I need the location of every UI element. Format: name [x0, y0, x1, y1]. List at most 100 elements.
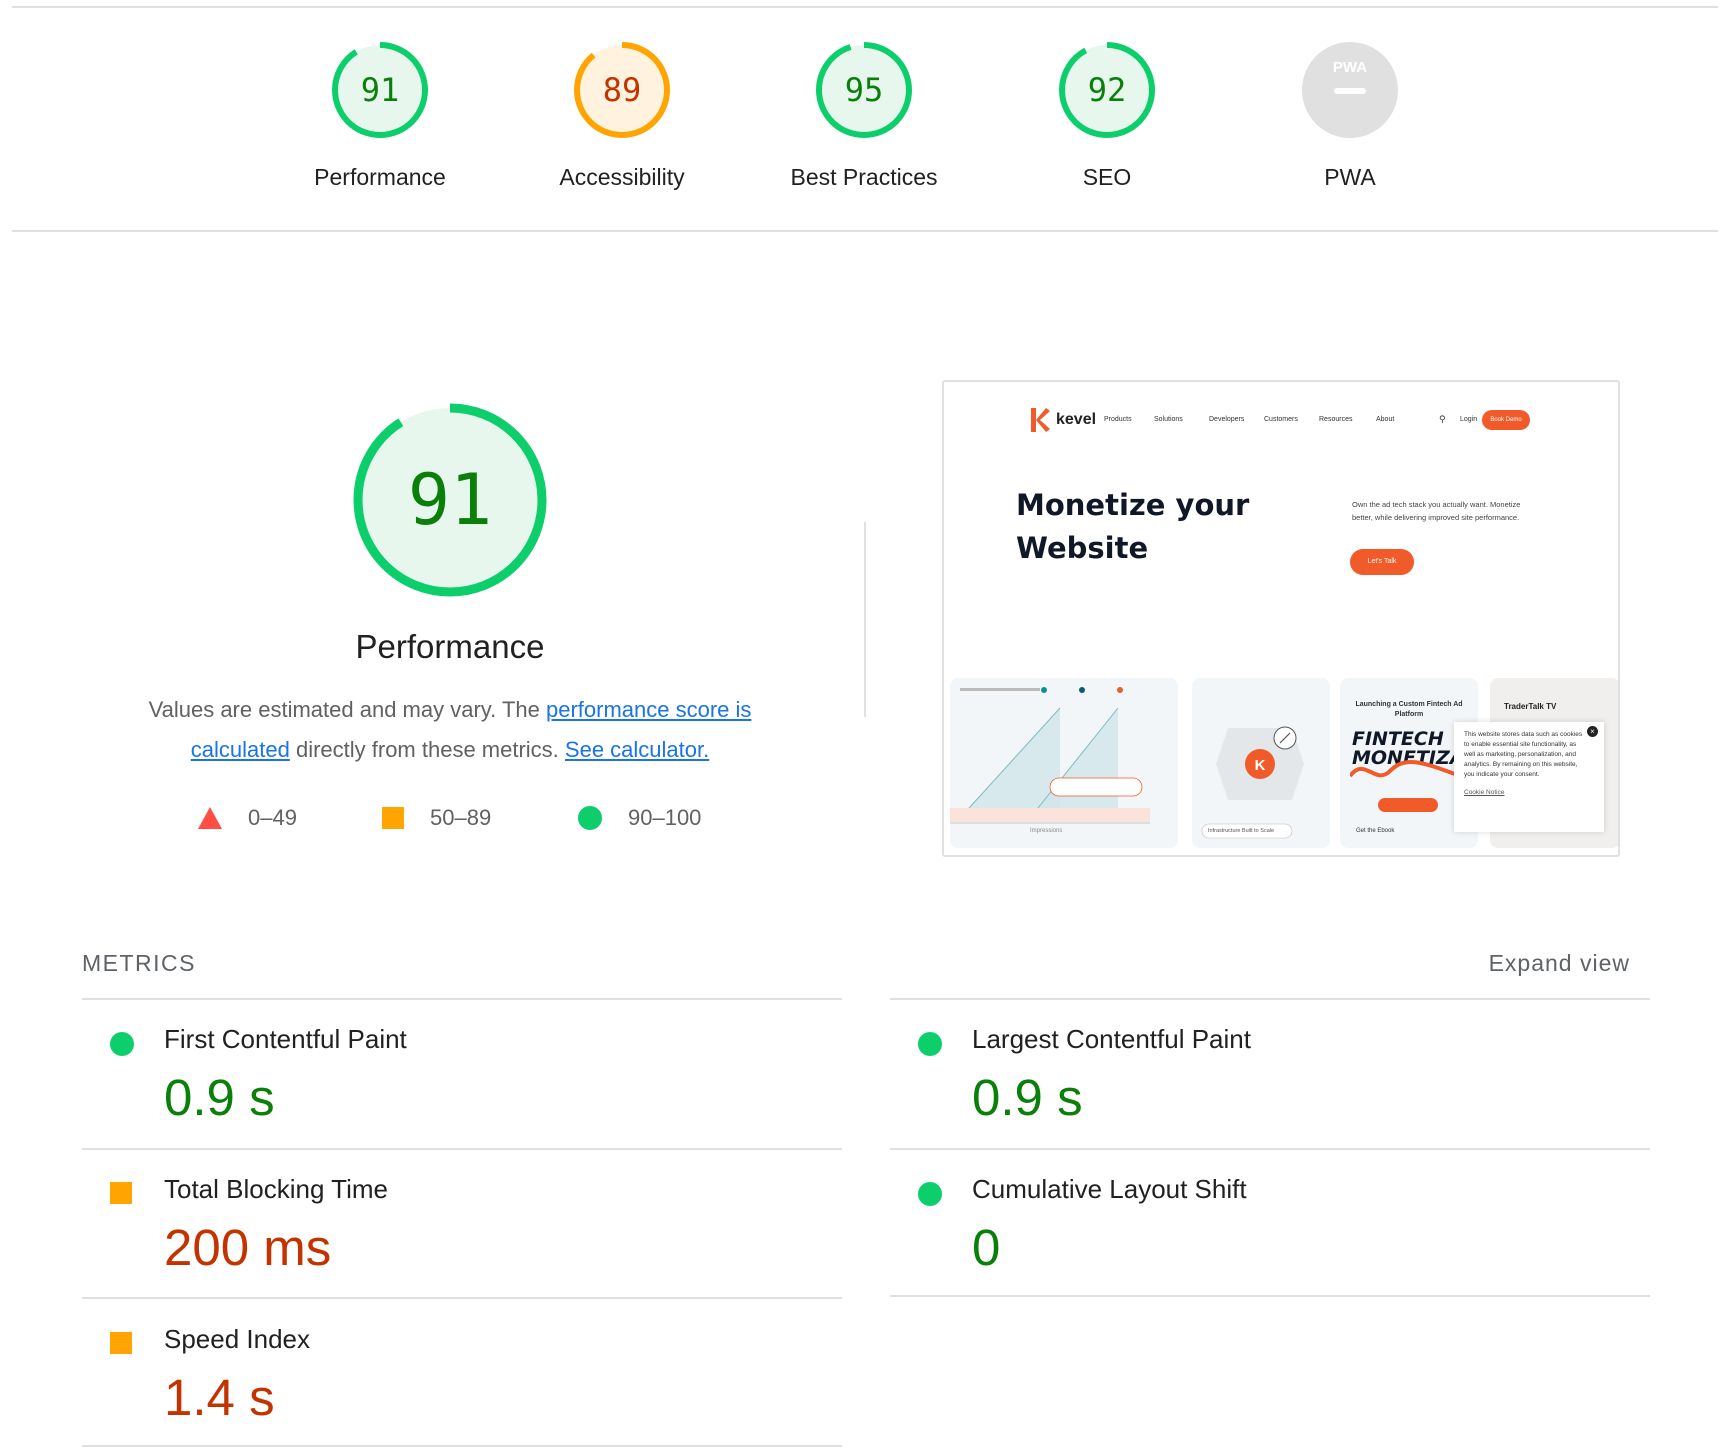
gauge-performance[interactable]: 91 Performance	[260, 38, 500, 191]
gauge-accessibility-ring: 89	[574, 42, 670, 138]
nav-link: Customers	[1264, 416, 1298, 423]
gauge-seo[interactable]: 92 SEO	[987, 38, 1227, 191]
nav-link: Solutions	[1154, 416, 1183, 423]
expand-view-toggle[interactable]: Expand view	[1489, 950, 1630, 977]
card2-footer: Infrastructure Built to Scale	[1208, 828, 1275, 834]
legend-fail: 0–49	[198, 805, 297, 831]
cookie-notice-link: Cookie Notice	[1464, 789, 1505, 796]
metric-name: Speed Index	[164, 1324, 311, 1354]
gauge-best-practices-ring: 95	[816, 42, 912, 138]
gauge-accessibility-score: 89	[603, 71, 642, 109]
infrastructure-icon: K	[1201, 726, 1304, 839]
performance-score-large: 91	[408, 459, 492, 541]
headline-line-1: Monetize your	[1016, 488, 1250, 522]
kevel-brand-text: kevel	[1056, 411, 1097, 428]
triangle-icon	[198, 807, 222, 829]
performance-gauge-large: 91	[353, 403, 547, 597]
screenshot-headline: Monetize your Website	[1016, 484, 1316, 570]
nav-link: Resources	[1319, 416, 1353, 423]
legend-average-range: 50–89	[430, 805, 492, 830]
average-square-icon	[110, 1182, 132, 1204]
square-icon	[382, 807, 404, 829]
wave-icon	[1350, 759, 1460, 778]
vertical-divider	[864, 522, 866, 717]
gauge-seo-ring: 92	[1059, 42, 1155, 138]
legend-pass: 90–100	[578, 805, 701, 831]
card1-footer: Impressions	[1030, 828, 1063, 834]
svg-text:K: K	[1255, 757, 1266, 774]
circle-icon	[578, 806, 602, 830]
category-gauges: 91 Performance 89 Accessibility 95 Best …	[0, 38, 1730, 198]
gauge-accessibility-label: Accessibility	[559, 164, 685, 190]
metric-first-contentful-paint: First Contentful Paint 0.9 s	[82, 1000, 842, 1148]
metric-value: 200 ms	[164, 1219, 332, 1276]
kevel-logo: kevel	[1030, 408, 1096, 432]
kevel-logo-icon	[1031, 408, 1050, 432]
pwa-badge-text: PWA	[1333, 59, 1367, 76]
legend-average: 50–89	[382, 805, 491, 831]
metric-speed-index: Speed Index 1.4 s	[82, 1300, 842, 1448]
gauge-pwa-label: PWA	[1324, 164, 1376, 190]
nav-link: Developers	[1209, 416, 1245, 423]
metric-total-blocking-time: Total Blocking Time 200 ms	[82, 1150, 842, 1298]
metrics-divider	[82, 1297, 842, 1299]
gauge-performance-ring: 91	[332, 42, 428, 138]
pwa-icon: PWA	[1302, 42, 1398, 138]
gauges-divider	[12, 230, 1718, 232]
metric-value: 0.9 s	[972, 1069, 1083, 1126]
gauge-performance-label: Performance	[314, 164, 446, 190]
pass-circle-icon	[918, 1182, 942, 1206]
close-icon: ×	[1587, 726, 1598, 737]
metric-largest-contentful-paint: Largest Contentful Paint 0.9 s	[890, 1000, 1650, 1148]
cookie-text: This website stores data such as cookies…	[1464, 731, 1583, 778]
gauge-accessibility[interactable]: 89 Accessibility	[502, 38, 742, 191]
gauge-best-practices-label: Best Practices	[790, 164, 938, 190]
desc-prefix: Values are estimated and may vary. The	[148, 697, 546, 722]
book-demo-button: Book Demo	[1482, 410, 1530, 430]
final-screenshot[interactable]: kevel Products Solutions Developers Cust…	[942, 380, 1620, 857]
gauge-pwa[interactable]: PWA PWA	[1230, 38, 1470, 191]
lets-talk-label: Let's Talk	[1367, 558, 1397, 565]
card3-title: Launching a Custom Fintech Ad Platform	[1355, 701, 1463, 718]
metric-value: 0	[972, 1219, 1001, 1276]
performance-description: Values are estimated and may vary. The p…	[120, 690, 780, 770]
see-calculator-link[interactable]: See calculator.	[565, 737, 709, 762]
metric-name: Largest Contentful Paint	[972, 1024, 1251, 1054]
score-legend: 0–49 50–89 90–100	[0, 805, 760, 845]
screenshot-nav: kevel Products Solutions Developers Cust…	[944, 406, 1618, 436]
gauge-seo-score: 92	[1088, 71, 1127, 109]
book-demo-label: Book Demo	[1490, 417, 1522, 423]
search-icon: ⚲	[1439, 414, 1446, 424]
screenshot-subtext: Own the ad tech stack you actually want.…	[1352, 500, 1521, 522]
gauge-performance-score: 91	[361, 71, 400, 109]
nav-link: About	[1376, 416, 1395, 423]
chart-illustration-icon	[950, 687, 1150, 824]
download-button	[1378, 798, 1438, 812]
cookie-notice: × This website stores data such as cooki…	[1454, 722, 1604, 832]
metric-value: 0.9 s	[164, 1069, 275, 1126]
metrics-header: METRICS	[82, 950, 196, 976]
screenshot-card-infra: K Infrastructure Built to Scale	[1192, 678, 1330, 848]
metric-name: First Contentful Paint	[164, 1024, 407, 1054]
nav-link: Products	[1104, 416, 1132, 423]
metric-value: 1.4 s	[164, 1369, 275, 1426]
card3-footer: Get the Ebook	[1356, 828, 1395, 834]
metrics-divider	[82, 1445, 842, 1447]
lets-talk-button: Let's Talk	[1350, 549, 1414, 575]
performance-title: Performance	[355, 628, 545, 665]
metrics-divider	[890, 1295, 1650, 1297]
card4-title: TraderTalk TV	[1504, 702, 1557, 711]
performance-summary: 91 Performance Values are estimated and …	[110, 400, 790, 770]
desc-mid: directly from these metrics.	[289, 737, 565, 762]
top-divider	[12, 6, 1718, 8]
gauge-seo-label: SEO	[1082, 164, 1132, 190]
legend-pass-range: 90–100	[628, 805, 702, 830]
legend-fail-range: 0–49	[248, 805, 297, 830]
nav-link: Login	[1460, 416, 1478, 423]
metric-name: Total Blocking Time	[164, 1174, 388, 1204]
screenshot-card-chart: Impressions	[950, 678, 1178, 848]
gauge-best-practices[interactable]: 95 Best Practices	[744, 38, 984, 191]
gauge-best-practices-score: 95	[845, 71, 884, 109]
pass-circle-icon	[110, 1032, 134, 1056]
average-square-icon	[110, 1332, 132, 1354]
